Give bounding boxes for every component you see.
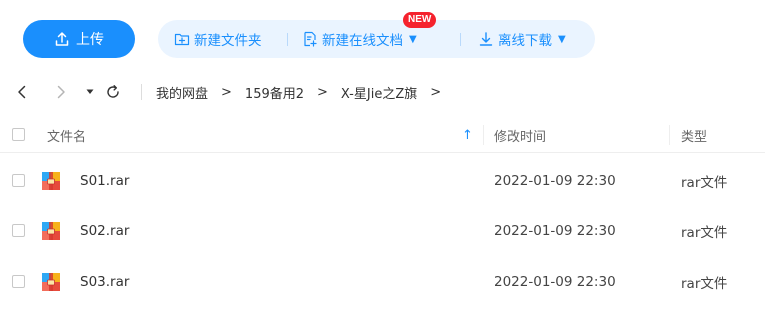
new-folder-icon xyxy=(174,33,190,46)
upload-label: 上传 xyxy=(76,32,104,48)
column-divider[interactable] xyxy=(669,125,670,145)
breadcrumb-separator: > xyxy=(430,84,442,100)
breadcrumb-separator: > xyxy=(317,84,328,100)
column-header-modified[interactable]: 修改时间 xyxy=(494,117,546,153)
forward-button[interactable] xyxy=(53,78,69,106)
file-type: rar文件 xyxy=(681,276,728,292)
action-group: 新建文件夹 新建在线文档 ▼ 离线下载 ▼ xyxy=(158,20,595,58)
chevron-left-icon xyxy=(18,85,26,99)
dropdown-icon xyxy=(86,89,94,94)
breadcrumb-item-current[interactable]: X-星Jie之Z旗 xyxy=(341,83,417,102)
file-name[interactable]: S01.rar xyxy=(80,155,129,207)
rar-archive-icon xyxy=(42,273,60,291)
column-header-name[interactable]: 文件名 xyxy=(47,117,86,153)
file-manager: 上传 新建文件夹 新建在线文档 ▼ 离线下载 ▼ NEW 我的网盘 > 159备… xyxy=(0,0,765,330)
refresh-icon xyxy=(107,85,119,98)
table-header: 文件名 ↑ 修改时间 类型 xyxy=(0,117,765,153)
file-name[interactable]: S03.rar xyxy=(80,256,129,308)
history-dropdown[interactable] xyxy=(84,78,96,106)
refresh-button[interactable] xyxy=(104,78,122,106)
new-online-doc-button[interactable]: 新建在线文档 ▼ xyxy=(302,20,417,58)
table-row[interactable]: S03.rar 2022-01-09 22:30 rar文件 xyxy=(0,256,765,308)
chevron-right-icon xyxy=(57,85,65,99)
offline-download-button[interactable]: 离线下载 ▼ xyxy=(478,20,566,58)
file-modified: 2022-01-09 22:30 xyxy=(494,223,616,239)
row-checkbox[interactable] xyxy=(12,174,25,187)
sort-arrow-icon[interactable]: ↑ xyxy=(462,117,473,153)
rar-archive-icon xyxy=(42,172,60,190)
new-online-doc-label: 新建在线文档 xyxy=(322,33,403,49)
upload-icon xyxy=(55,32,69,46)
row-checkbox[interactable] xyxy=(12,224,25,237)
rar-archive-icon xyxy=(42,222,60,240)
breadcrumb-item-root[interactable]: 我的网盘 xyxy=(156,83,208,102)
chevron-down-icon: ▼ xyxy=(558,33,566,45)
offline-download-label: 离线下载 xyxy=(498,33,552,49)
new-doc-icon xyxy=(304,31,317,47)
divider xyxy=(460,33,461,46)
navigation-bar: 我的网盘 > 159备用2 > X-星Jie之Z旗 > xyxy=(0,78,765,106)
divider xyxy=(287,33,288,46)
breadcrumb: 我的网盘 > 159备用2 > X-星Jie之Z旗 > xyxy=(156,78,454,106)
breadcrumb-item-folder[interactable]: 159备用2 xyxy=(245,83,304,102)
file-name[interactable]: S02.rar xyxy=(80,205,129,257)
file-type: rar文件 xyxy=(681,175,728,191)
table-row[interactable]: S02.rar 2022-01-09 22:30 rar文件 xyxy=(0,205,765,257)
column-header-type[interactable]: 类型 xyxy=(681,117,707,153)
new-badge: NEW xyxy=(403,12,437,28)
toolbar: 上传 新建文件夹 新建在线文档 ▼ 离线下载 ▼ NEW xyxy=(0,0,765,78)
new-folder-button[interactable]: 新建文件夹 xyxy=(174,20,262,58)
breadcrumb-separator: > xyxy=(221,84,232,100)
new-folder-label: 新建文件夹 xyxy=(194,33,262,49)
divider xyxy=(141,84,142,100)
back-button[interactable] xyxy=(14,78,30,106)
chevron-down-icon: ▼ xyxy=(409,33,417,45)
select-all-checkbox[interactable] xyxy=(12,128,25,141)
column-divider[interactable] xyxy=(483,125,484,145)
table-row[interactable]: S01.rar 2022-01-09 22:30 rar文件 xyxy=(0,155,765,207)
file-modified: 2022-01-09 22:30 xyxy=(494,173,616,189)
download-icon xyxy=(479,32,493,46)
row-checkbox[interactable] xyxy=(12,275,25,288)
upload-button[interactable]: 上传 xyxy=(23,20,135,58)
file-modified: 2022-01-09 22:30 xyxy=(494,274,616,290)
file-type: rar文件 xyxy=(681,225,728,241)
